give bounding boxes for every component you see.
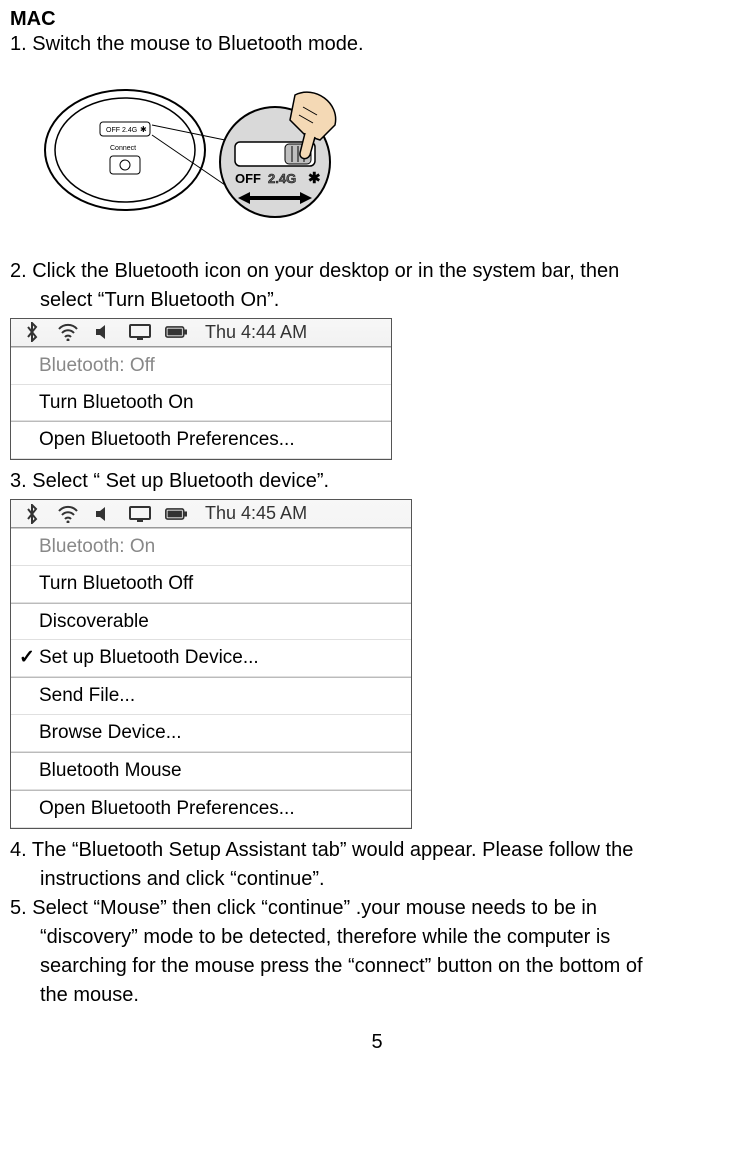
figure-mac-menu-off: Thu 4:44 AM Bluetooth: Off Turn Bluetoot… [10, 318, 392, 460]
menu-item[interactable]: Send File... [11, 677, 411, 715]
connect-label: Connect [110, 145, 136, 152]
menu-item: Bluetooth: Off [11, 348, 391, 385]
menu-item[interactable]: Turn Bluetooth On [11, 385, 391, 422]
battery-icon [165, 504, 187, 524]
step-5-line3: searching for the mouse press the “conne… [10, 955, 744, 978]
svg-text:2.4G: 2.4G [268, 171, 296, 186]
display-icon [129, 322, 151, 342]
menu-item[interactable]: Bluetooth Mouse [11, 752, 411, 790]
volume-icon [93, 322, 115, 342]
section-title: MAC [10, 8, 744, 31]
menu-item[interactable]: Discoverable [11, 603, 411, 641]
step-2-line1: 2. Click the Bluetooth icon on your desk… [10, 260, 744, 283]
step-3: 3. Select “ Set up Bluetooth device”. [10, 470, 744, 493]
menubar-time: Thu 4:45 AM [205, 503, 307, 524]
wifi-icon [57, 322, 79, 342]
menu-item[interactable]: Open Bluetooth Preferences... [11, 790, 411, 828]
menu-item[interactable]: Turn Bluetooth Off [11, 566, 411, 603]
menu-item[interactable]: Set up Bluetooth Device... [11, 640, 411, 677]
svg-text:✱: ✱ [308, 170, 321, 187]
menu-item[interactable]: Open Bluetooth Preferences... [11, 421, 391, 459]
bluetooth-icon [21, 504, 43, 524]
bluetooth-icon [21, 322, 43, 342]
display-icon [129, 504, 151, 524]
step-5-line2: “discovery” mode to be detected, therefo… [10, 926, 744, 949]
menu-item: Bluetooth: On [11, 529, 411, 566]
svg-text:OFF: OFF [235, 171, 261, 186]
mac-menubar-top: Thu 4:44 AM [11, 319, 391, 347]
menubar-time: Thu 4:44 AM [205, 322, 307, 343]
bluetooth-dropdown-off: Bluetooth: Off Turn Bluetooth On Open Bl… [11, 347, 391, 460]
svg-text:2.4G: 2.4G [122, 127, 137, 134]
menu-item[interactable]: Browse Device... [11, 715, 411, 752]
battery-icon [165, 322, 187, 342]
step-1: 1. Switch the mouse to Bluetooth mode. [10, 33, 744, 56]
bluetooth-dropdown-on: Bluetooth: On Turn Bluetooth Off Discove… [11, 528, 411, 828]
mac-menubar-top: Thu 4:45 AM [11, 500, 411, 528]
svg-text:OFF: OFF [106, 127, 120, 134]
step-5-line4: the mouse. [10, 984, 744, 1007]
step-5-line1: 5. Select “Mouse” then click “continue” … [10, 897, 744, 920]
wifi-icon [57, 504, 79, 524]
step-4-line1: 4. The “Bluetooth Setup Assistant tab” w… [10, 839, 744, 862]
step-2-line2: select “Turn Bluetooth On”. [10, 289, 744, 312]
svg-text:✱: ✱ [140, 125, 147, 134]
page-number: 5 [10, 1031, 744, 1054]
figure-mouse-switch: OFF 2.4G ✱ Connect OFF 2.4G ✱ [30, 70, 744, 236]
figure-mac-menu-on: Thu 4:45 AM Bluetooth: On Turn Bluetooth… [10, 499, 412, 828]
step-4-line2: instructions and click “continue”. [10, 868, 744, 891]
volume-icon [93, 504, 115, 524]
mouse-switch-illustration: OFF 2.4G ✱ Connect OFF 2.4G ✱ [30, 70, 360, 230]
